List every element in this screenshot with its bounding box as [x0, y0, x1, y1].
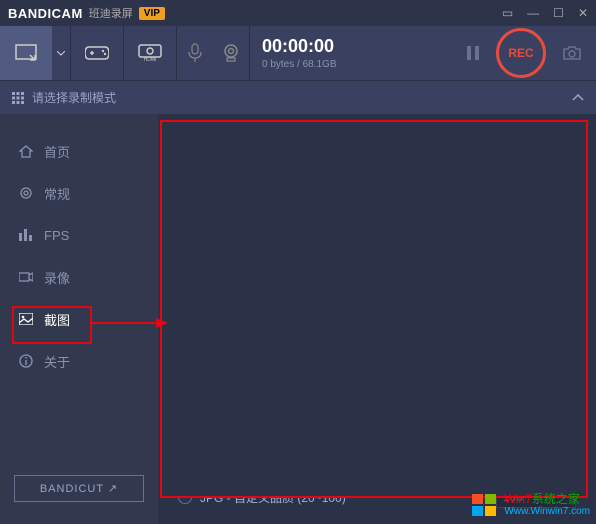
sidebar-item-label: 关于 — [44, 352, 70, 371]
window-controls: ▭ — ☐ ✕ — [502, 6, 588, 20]
sidebar-item-label: FPS — [44, 228, 69, 243]
sidebar-item-label: 首页 — [44, 142, 70, 161]
gear-icon — [18, 186, 34, 200]
chevron-up-icon[interactable] — [572, 94, 584, 101]
format-row-jpg-custom: JPG - 自定义品质 (20~100) — [178, 484, 576, 510]
format-label: PNG — [200, 400, 226, 414]
screen-mode-button[interactable] — [0, 26, 52, 80]
hotkey-checkbox[interactable] — [178, 168, 192, 182]
format-label: JPG - 一般 — [200, 429, 258, 446]
shutter-label: 开启快门声音 — [200, 287, 272, 304]
mode-grid-icon — [12, 92, 24, 104]
mode-bar[interactable]: 请选择录制模式 — [0, 80, 596, 114]
repeat-checkbox[interactable] — [178, 198, 192, 212]
hotkey-row: 热键 — [178, 162, 576, 188]
video-icon — [18, 271, 34, 283]
brand-logo: BANDICAM — [8, 6, 83, 21]
vip-badge: VIP — [139, 7, 165, 20]
bandicut-button[interactable]: BANDICUT ↗ — [14, 475, 144, 502]
sidebar-item-video[interactable]: 录像 — [0, 256, 158, 298]
shutter-row: 开启快门声音 设置 — [178, 282, 576, 308]
sidebar-item-label: 截图 — [44, 310, 70, 329]
cursor-row: 显示鼠标指针 — [178, 222, 576, 248]
sidebar-item-label: 常规 — [44, 184, 70, 203]
format-radio-jpg-normal[interactable] — [178, 430, 192, 444]
format-label: JPG - 自定义品质 (20~100) — [200, 489, 346, 506]
toolbar: HDMI 00:00:00 0 bytes / 68.1GB REC — [0, 26, 596, 80]
pause-button[interactable] — [460, 26, 486, 80]
mode-dropdown-button[interactable] — [52, 26, 70, 80]
record-button[interactable]: REC — [496, 28, 546, 78]
svg-text:HDMI: HDMI — [144, 57, 157, 62]
sidebar-item-label: 录像 — [44, 268, 70, 287]
sidebar-item-home[interactable]: 首页 — [0, 130, 158, 172]
format-label: BMP — [200, 370, 226, 384]
brand-subtitle: 班迪录屏 — [89, 5, 133, 21]
size-display: 0 bytes / 68.1GB — [262, 59, 337, 70]
watermark-label: 添加水印 — [200, 257, 248, 274]
sidebar-item-screenshot[interactable]: 截图 — [0, 298, 158, 340]
format-row-jpg-normal: JPG - 一般 — [178, 424, 576, 450]
format-radio-jpg-high[interactable] — [178, 460, 192, 474]
watermark-checkbox[interactable] — [178, 258, 192, 272]
repeat-label: 重复屏幕捕捉 — [200, 197, 272, 214]
repeat-row: 重复屏幕捕捉 — [178, 192, 576, 218]
minimize-button[interactable]: — — [527, 6, 539, 20]
format-radio-bmp[interactable] — [178, 370, 192, 384]
format-radio-png[interactable] — [178, 400, 192, 414]
main-area: 首页 常规 FPS 录像 截图 关于 BANDICUT ↗ 捕捉 热键 — [0, 114, 596, 524]
maximize-button[interactable]: ☐ — [553, 6, 564, 20]
record-label: REC — [508, 46, 533, 60]
mic-button[interactable] — [177, 26, 213, 80]
screenshot-button[interactable] — [556, 45, 588, 61]
settings-button[interactable]: 设置 — [416, 283, 576, 307]
cursor-checkbox[interactable] — [178, 228, 192, 242]
timer-block: 00:00:00 0 bytes / 68.1GB — [250, 36, 460, 70]
title-bar: BANDICAM 班迪录屏 VIP ▭ — ☐ ✕ — [0, 0, 596, 26]
content-panel: 捕捉 热键 重复屏幕捕捉 显示鼠标指针 添加水印 开启快门声音 设置 格式 BM — [158, 114, 596, 524]
format-section-title: 格式 — [178, 332, 576, 352]
cursor-label: 显示鼠标指针 — [200, 227, 272, 244]
sidebar-item-fps[interactable]: FPS — [0, 214, 158, 256]
watermark-row: 添加水印 — [178, 252, 576, 278]
folder-icon[interactable]: ▭ — [502, 6, 513, 20]
sidebar-item-general[interactable]: 常规 — [0, 172, 158, 214]
format-radio-jpg-custom[interactable] — [178, 490, 192, 504]
device-mode-button[interactable]: HDMI — [124, 26, 176, 80]
close-button[interactable]: ✕ — [578, 6, 588, 20]
hotkey-label: 热键 — [200, 167, 224, 184]
fps-icon — [18, 229, 34, 241]
timer-display: 00:00:00 — [262, 36, 334, 57]
mode-prompt-label: 请选择录制模式 — [32, 89, 116, 106]
jpg-quality-field — [496, 486, 576, 508]
format-row-bmp: BMP — [178, 364, 576, 390]
info-icon — [18, 354, 34, 368]
webcam-button[interactable] — [213, 26, 249, 80]
game-mode-button[interactable] — [71, 26, 123, 80]
sidebar: 首页 常规 FPS 录像 截图 关于 BANDICUT ↗ — [0, 114, 158, 524]
repeat-field — [416, 194, 576, 216]
format-row-jpg-high: JPG - 高品质 — [178, 454, 576, 480]
home-icon — [18, 144, 34, 158]
format-label: JPG - 高品质 — [200, 459, 270, 476]
hotkey-field[interactable] — [416, 164, 576, 186]
format-row-png: PNG — [178, 394, 576, 420]
image-icon — [18, 313, 34, 325]
shutter-checkbox[interactable] — [178, 288, 192, 302]
sidebar-item-about[interactable]: 关于 — [0, 340, 158, 382]
capture-section-title: 捕捉 — [178, 130, 576, 150]
